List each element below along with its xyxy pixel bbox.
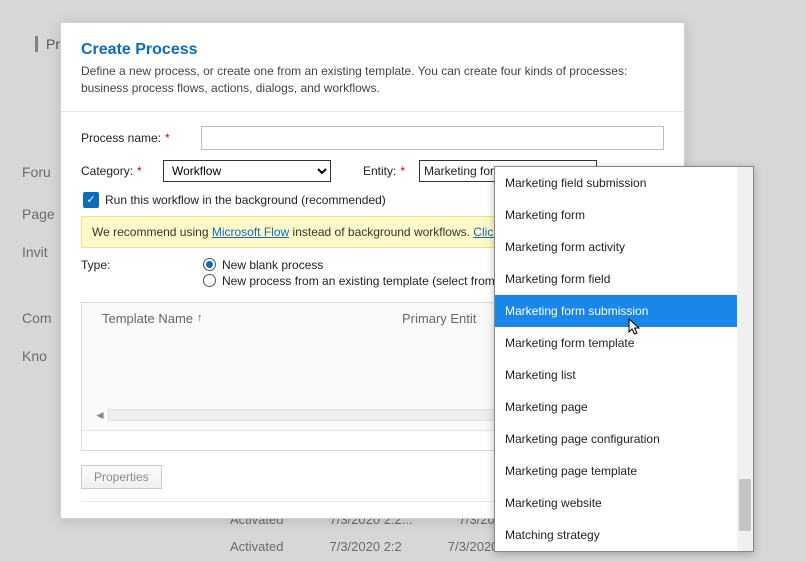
entity-option[interactable]: Marketing form field	[495, 263, 739, 295]
entity-label: Entity:*	[363, 164, 411, 178]
entity-option[interactable]: Marketing website	[495, 487, 739, 519]
entity-option[interactable]: Marketing page configuration	[495, 423, 739, 455]
entity-option[interactable]: Marketing page template	[495, 455, 739, 487]
entity-option[interactable]: Marketing field submission	[495, 167, 739, 199]
dialog-subtitle: Define a new process, or create one from…	[81, 63, 664, 97]
dropdown-scrollbar[interactable]	[737, 167, 753, 551]
category-select[interactable]: Workflow	[163, 160, 331, 182]
process-name-label: Process name:*	[81, 131, 173, 145]
entity-option[interactable]: Marketing form submission	[495, 295, 739, 327]
entity-option[interactable]: Marketing form template	[495, 327, 739, 359]
from-template-label: New process from an existing template (s…	[222, 274, 520, 288]
entity-option[interactable]: Marketing form	[495, 199, 739, 231]
category-label: Category:*	[81, 164, 153, 178]
scroll-left-icon[interactable]: ◄	[92, 408, 108, 422]
ms-flow-link[interactable]: Microsoft Flow	[212, 225, 289, 239]
sort-asc-icon: ↑	[197, 312, 203, 324]
col-template-name[interactable]: Template Name ↑	[102, 311, 402, 326]
process-name-input[interactable]	[201, 126, 664, 150]
entity-option[interactable]: Matching strategy	[495, 519, 739, 551]
dialog-title: Create Process	[81, 41, 664, 59]
scrollbar-thumb[interactable]	[739, 479, 751, 531]
entity-option[interactable]: Marketing page	[495, 391, 739, 423]
new-blank-label: New blank process	[222, 258, 323, 272]
run-background-checkbox[interactable]: ✓	[83, 192, 99, 208]
from-template-radio[interactable]	[203, 274, 216, 287]
new-blank-radio[interactable]	[203, 258, 216, 271]
run-background-label: Run this workflow in the background (rec…	[105, 193, 386, 207]
properties-button[interactable]: Properties	[81, 465, 162, 489]
entity-dropdown[interactable]: Marketing field submissionMarketing form…	[494, 166, 754, 552]
entity-option[interactable]: Marketing form activity	[495, 231, 739, 263]
entity-option[interactable]: Marketing list	[495, 359, 739, 391]
type-label: Type:	[81, 258, 173, 272]
